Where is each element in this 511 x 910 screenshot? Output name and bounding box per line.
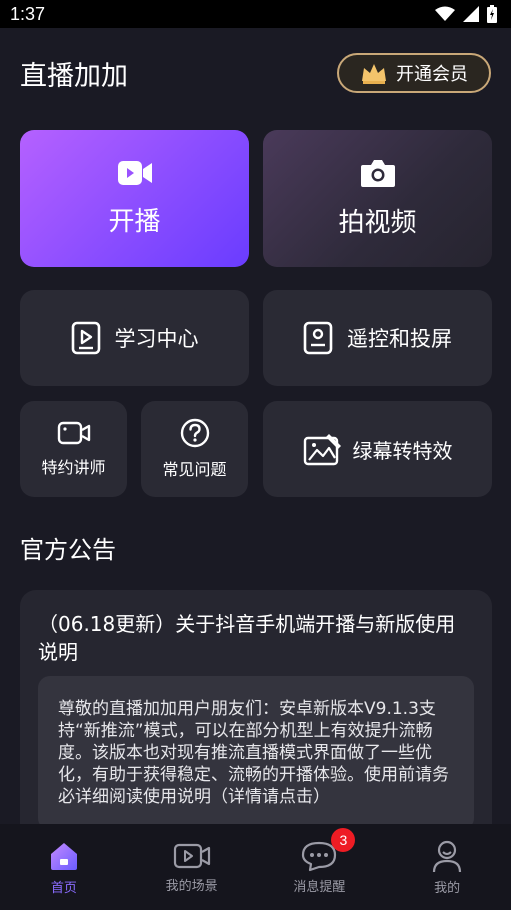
bottom-tab-bar: 首页 我的场景 3 消息提醒 我的 (0, 824, 511, 910)
tab-profile-label: 我的 (434, 880, 461, 896)
remote-cast-label: 遥控和投屏 (347, 327, 452, 351)
wifi-icon (435, 6, 455, 21)
home-icon (50, 842, 77, 870)
greenscreen-effects-label: 绿幕转特效 (352, 438, 453, 463)
announcements-title: 官方公告 (20, 536, 116, 564)
image-edit-icon (303, 434, 341, 466)
open-vip-button[interactable]: 开通会员 (337, 53, 491, 93)
tab-my-scenes[interactable]: 我的场景 (132, 841, 252, 894)
message-count-badge: 3 (331, 827, 356, 852)
video-play-icon (173, 843, 210, 868)
announcement-card[interactable]: （06.18更新）关于抖音手机端开播与新版使用说明 尊敬的直播加加用户朋友们：安… (20, 590, 492, 850)
tab-profile[interactable]: 我的 (387, 839, 507, 896)
tab-home[interactable]: 首页 (4, 839, 124, 896)
guest-lecturer-label: 特约讲师 (41, 458, 106, 477)
remote-cast-card[interactable]: 遥控和投屏 (263, 290, 492, 386)
tab-home-label: 首页 (50, 880, 77, 896)
video-camera-icon (117, 161, 152, 185)
start-live-label: 开播 (108, 207, 161, 237)
status-icons (435, 5, 497, 23)
greenscreen-effects-card[interactable]: 绿幕转特效 (263, 401, 492, 497)
app-title: 直播加加 (20, 60, 128, 92)
crown-icon (362, 64, 386, 84)
vip-label: 开通会员 (396, 64, 468, 85)
announcement-title: （06.18更新）关于抖音手机端开播与新版使用说明 (38, 612, 456, 664)
learning-center-label: 学习中心 (114, 327, 199, 351)
faq-card[interactable]: 常见问题 (141, 401, 248, 497)
start-live-card[interactable]: 开播 (20, 130, 249, 267)
shoot-video-card[interactable]: 拍视频 (263, 130, 492, 267)
learning-center-card[interactable]: 学习中心 (20, 290, 249, 386)
header: 直播加加 开通会员 (20, 52, 491, 94)
announcement-body: 尊敬的直播加加用户朋友们：安卓新版本V9.1.3支持“新推流”模式，可以在部分机… (38, 676, 474, 830)
play-screen-icon (71, 321, 100, 355)
user-icon (433, 840, 462, 872)
guest-lecturer-card[interactable]: 特约讲师 (20, 401, 127, 497)
remote-icon (303, 321, 333, 355)
status-bar: 1:37 (0, 0, 511, 28)
status-time: 1:37 (10, 3, 46, 24)
tab-messages-label: 消息提醒 (293, 879, 346, 895)
tab-my-scenes-label: 我的场景 (165, 878, 218, 894)
question-icon (180, 418, 209, 448)
battery-icon (487, 5, 497, 23)
shoot-video-label: 拍视频 (338, 208, 417, 238)
video-icon (57, 421, 90, 445)
signal-icon (463, 6, 479, 22)
tab-messages[interactable]: 3 消息提醒 (259, 827, 379, 895)
faq-label: 常见问题 (162, 460, 227, 479)
camera-icon (360, 160, 395, 187)
